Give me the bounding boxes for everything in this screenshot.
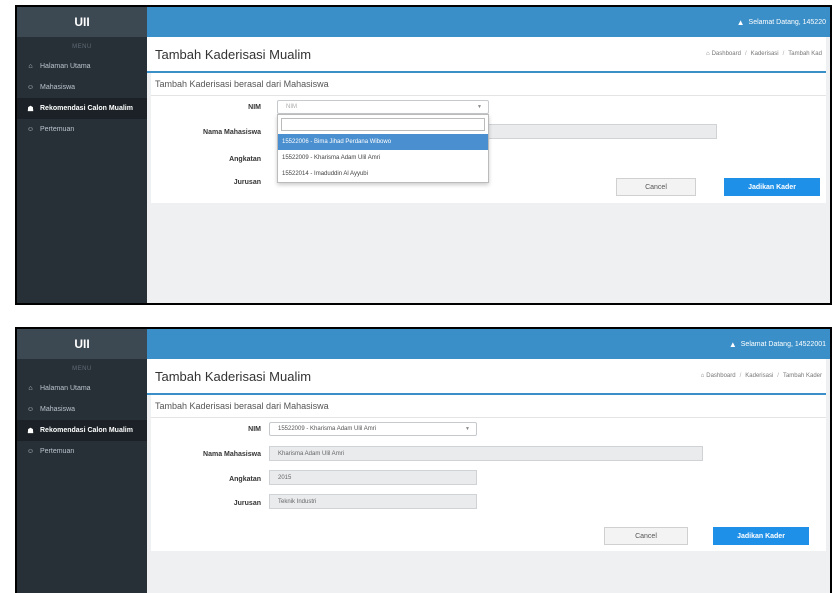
dropdown-option[interactable]: 15522009 - Kharisma Adam Ulil Amri <box>278 150 488 166</box>
sidebar-item-label: Halaman Utama <box>40 385 91 392</box>
sidebar-item-label: Rekomendasi Calon Mualim <box>40 427 133 434</box>
user-greeting[interactable]: ▲ Selamat Datang, 145220 <box>737 18 826 27</box>
nim-dropdown: 15522006 - Bima Jihad Perdana Wibowo 155… <box>277 114 489 183</box>
dropdown-option[interactable]: 15522006 - Bima Jihad Perdana Wibowo <box>278 134 488 150</box>
greeting-text: Selamat Datang, 145220 <box>748 18 826 26</box>
form-panel: Tambah Kaderisasi berasal dari Mahasiswa… <box>151 395 826 551</box>
jadikan-kader-button[interactable]: Jadikan Kader <box>713 527 809 545</box>
cancel-button[interactable]: Cancel <box>616 178 696 196</box>
sidebar-item-label: Pertemuan <box>40 448 75 455</box>
group-icon: ☗ <box>27 427 34 435</box>
sidebar: UII MENU ⌂ Halaman Utama ☺ Mahasiswa ☗ R… <box>17 7 147 303</box>
sidebar: UII MENU ⌂ Halaman Utama ☺ Mahasiswa ☗ R… <box>17 329 147 593</box>
home-icon: ⌂ <box>28 385 33 392</box>
chevron-down-icon: ▼ <box>465 426 470 432</box>
breadcrumb-current: Tambah Kader <box>782 373 822 379</box>
nama-label: Nama Mahasiswa <box>203 451 261 458</box>
angkatan-field[interactable]: 2015 <box>269 470 477 485</box>
screenshot-value-selected: UII MENU ⌂ Halaman Utama ☺ Mahasiswa ☗ R… <box>15 327 832 593</box>
user-icon: ▲ <box>736 17 745 27</box>
page-title: Tambah Kaderisasi Mualim <box>155 46 312 62</box>
top-navbar: ▲ Selamat Datang, 145220 <box>147 7 830 37</box>
angkatan-label: Angkatan <box>229 476 261 483</box>
nim-select[interactable]: 15522009 - Kharisma Adam Ulil Amri ▼ <box>269 422 477 436</box>
breadcrumb-separator: / <box>744 51 747 57</box>
nama-label: Nama Mahasiswa <box>203 129 261 136</box>
nim-select-value: 15522009 - Kharisma Adam Ulil Amri <box>278 426 377 432</box>
dropdown-search-input[interactable] <box>281 118 485 131</box>
breadcrumb-current: Tambah Kad <box>788 51 822 57</box>
sidebar-item-mahasiswa[interactable]: ☺ Mahasiswa <box>17 77 147 98</box>
menu-heading: MENU <box>72 366 92 372</box>
page-header: Tambah Kaderisasi Mualim ⌂ Dashboard / K… <box>147 359 826 395</box>
nama-field[interactable]: Kharisma Adam Ulil Amri <box>269 446 703 461</box>
sidebar-item-halaman-utama[interactable]: ⌂ Halaman Utama <box>17 378 147 399</box>
chevron-down-icon: ▼ <box>477 104 482 110</box>
breadcrumb: ⌂ Dashboard / Kaderisasi / Tambah Kad <box>706 51 822 57</box>
page-title: Tambah Kaderisasi Mualim <box>155 368 312 384</box>
nim-select-value: NIM <box>286 104 297 110</box>
nim-label: NIM <box>248 426 261 433</box>
home-icon: ⌂ <box>28 63 33 70</box>
dropdown-option[interactable]: 15522014 - Imaduddin Al Ayyubi <box>278 166 488 182</box>
nim-label: NIM <box>248 104 261 111</box>
nim-select[interactable]: NIM ▼ <box>277 100 489 114</box>
page-header: Tambah Kaderisasi Mualim ⌂ Dashboard / K… <box>147 37 826 73</box>
angkatan-label: Angkatan <box>229 156 261 163</box>
jurusan-field[interactable]: Teknik Industri <box>269 494 477 509</box>
home-icon: ⌂ <box>705 51 710 57</box>
users-icon: ☺ <box>26 84 35 91</box>
users-icon: ☺ <box>26 448 35 455</box>
brand-logo[interactable]: UII <box>17 329 147 359</box>
breadcrumb-separator: / <box>739 373 742 379</box>
sidebar-item-pertemuan[interactable]: ☺ Pertemuan <box>17 119 147 140</box>
breadcrumb-dashboard[interactable]: Dashboard <box>712 51 741 57</box>
breadcrumb-separator: / <box>777 373 779 379</box>
breadcrumb: ⌂ Dashboard / Kaderisasi / Tambah Kader <box>701 373 822 379</box>
user-greeting[interactable]: ▲ Selamat Datang, 14522001 <box>729 340 826 349</box>
sidebar-item-pertemuan[interactable]: ☺ Pertemuan <box>17 441 147 462</box>
home-icon: ⌂ <box>700 373 705 379</box>
sidebar-item-mahasiswa[interactable]: ☺ Mahasiswa <box>17 399 147 420</box>
panel-title: Tambah Kaderisasi berasal dari Mahasiswa <box>151 395 826 418</box>
main-content: Tambah Kaderisasi Mualim ⌂ Dashboard / K… <box>147 359 830 593</box>
sidebar-item-rekomendasi[interactable]: ☗ Rekomendasi Calon Mualim <box>17 420 147 441</box>
brand-logo[interactable]: UII <box>17 7 147 37</box>
breadcrumb-dashboard[interactable]: Dashboard <box>706 373 735 379</box>
screenshot-dropdown-open: UII MENU ⌂ Halaman Utama ☺ Mahasiswa ☗ R… <box>15 5 832 305</box>
sidebar-item-label: Rekomendasi Calon Mualim <box>40 105 133 112</box>
jurusan-label: Jurusan <box>233 500 261 507</box>
users-icon: ☺ <box>26 406 35 413</box>
breadcrumb-kaderisasi[interactable]: Kaderisasi <box>745 373 773 379</box>
users-icon: ☺ <box>26 126 35 133</box>
jadikan-kader-button[interactable]: Jadikan Kader <box>724 178 820 196</box>
sidebar-item-label: Mahasiswa <box>40 84 76 91</box>
cancel-button[interactable]: Cancel <box>604 527 688 545</box>
panel-title: Tambah Kaderisasi berasal dari Mahasiswa <box>151 73 826 96</box>
jurusan-label: Jurusan <box>233 179 261 186</box>
breadcrumb-kaderisasi[interactable]: Kaderisasi <box>751 51 779 57</box>
sidebar-item-halaman-utama[interactable]: ⌂ Halaman Utama <box>17 56 147 77</box>
group-icon: ☗ <box>27 105 34 113</box>
menu-heading: MENU <box>72 44 92 50</box>
user-icon: ▲ <box>728 339 737 349</box>
greeting-text: Selamat Datang, 14522001 <box>740 340 826 348</box>
top-navbar: ▲ Selamat Datang, 14522001 <box>147 329 830 359</box>
main-content: Tambah Kaderisasi Mualim ⌂ Dashboard / K… <box>147 37 830 303</box>
sidebar-item-label: Pertemuan <box>40 126 75 133</box>
sidebar-item-label: Halaman Utama <box>40 63 91 70</box>
sidebar-item-label: Mahasiswa <box>40 406 76 413</box>
sidebar-item-rekomendasi[interactable]: ☗ Rekomendasi Calon Mualim <box>17 98 147 119</box>
form-panel: Tambah Kaderisasi berasal dari Mahasiswa… <box>151 73 826 203</box>
breadcrumb-separator: / <box>782 51 785 57</box>
